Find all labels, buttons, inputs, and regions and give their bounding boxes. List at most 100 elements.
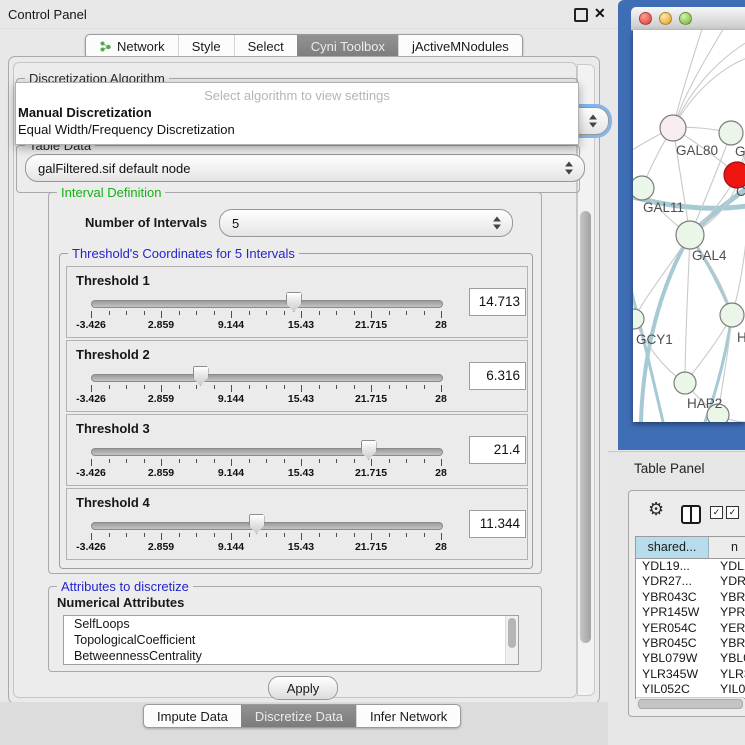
network-node-green[interactable] bbox=[633, 309, 644, 329]
list-item[interactable]: TopologicalCoefficient bbox=[64, 632, 518, 648]
table-cell: YIL0 bbox=[715, 682, 745, 697]
checkbox-icon[interactable]: ✓ bbox=[726, 506, 739, 519]
slider-tick bbox=[144, 311, 145, 315]
thresholds-legend: Threshold's Coordinates for 5 Intervals bbox=[68, 246, 299, 261]
table-row[interactable]: YLR345WYLR3 bbox=[636, 667, 745, 682]
slider-tick bbox=[371, 311, 372, 318]
slider-tick bbox=[126, 533, 127, 537]
minimize-traffic-light-icon[interactable] bbox=[659, 12, 672, 25]
table-cell: YBR0 bbox=[715, 636, 745, 651]
table-cell: YBR045C bbox=[636, 636, 715, 651]
slider-track[interactable] bbox=[91, 522, 443, 530]
popup-hint: Select algorithm to view settings bbox=[16, 83, 578, 103]
checkbox-icon[interactable]: ✓ bbox=[710, 506, 723, 519]
table-data-combo[interactable]: galFiltered.sif default node bbox=[25, 154, 585, 182]
slider-track[interactable] bbox=[91, 374, 443, 382]
network-node-green[interactable] bbox=[676, 221, 704, 249]
threshold-value-field[interactable]: 21.4 bbox=[469, 436, 526, 464]
tab-discretize-data[interactable]: Discretize Data bbox=[241, 705, 356, 727]
table-row[interactable]: YDR27...YDR2 bbox=[636, 574, 745, 589]
column-header-name[interactable]: n bbox=[709, 537, 745, 558]
table-row[interactable]: YBR045CYBR0 bbox=[636, 636, 745, 651]
hscrollbar-thumb[interactable] bbox=[638, 699, 743, 709]
network-window-titlebar[interactable] bbox=[631, 7, 745, 31]
slider-tick bbox=[161, 311, 162, 318]
slider-handle[interactable] bbox=[361, 440, 377, 460]
tick-label: 15.43 bbox=[288, 319, 314, 331]
tick-label: 21.715 bbox=[355, 393, 387, 405]
thresholds-group: Threshold's Coordinates for 5 Intervals … bbox=[59, 253, 533, 569]
network-canvas[interactable]: GAL80GACGAL11GAL4GCY1HHAP2 bbox=[633, 30, 745, 422]
tick-label: 21.715 bbox=[355, 319, 387, 331]
slider-tick bbox=[354, 533, 355, 537]
tab-infer-network[interactable]: Infer Network bbox=[356, 705, 460, 727]
slider-tick bbox=[266, 459, 267, 463]
tab-select[interactable]: Select bbox=[234, 35, 297, 58]
apply-button[interactable]: Apply bbox=[268, 676, 338, 700]
slider-tick bbox=[284, 385, 285, 389]
split-view-icon[interactable] bbox=[681, 505, 701, 524]
tab-label: jActiveMNodules bbox=[412, 39, 509, 54]
slider-track[interactable] bbox=[91, 300, 443, 308]
network-node-green[interactable] bbox=[719, 121, 743, 145]
slider-tick bbox=[371, 459, 372, 466]
tab-style[interactable]: Style bbox=[178, 35, 234, 58]
scrollbar-thumb[interactable] bbox=[580, 211, 591, 643]
table-cell: YBR0 bbox=[715, 590, 745, 605]
table-row[interactable]: YER054CYER0 bbox=[636, 621, 745, 636]
table-row[interactable]: YDL19...YDL1 bbox=[636, 559, 745, 574]
list-item[interactable]: BetweennessCentrality bbox=[64, 648, 518, 664]
column-header-shared-name[interactable]: shared... bbox=[636, 537, 709, 558]
node-label: HAP2 bbox=[687, 396, 722, 411]
slider-tick bbox=[109, 385, 110, 389]
number-of-intervals-combo[interactable]: 5 bbox=[219, 209, 513, 237]
slider-handle[interactable] bbox=[249, 514, 265, 534]
numerical-attributes-list[interactable]: SelfLoopsTopologicalCoefficientBetweenne… bbox=[63, 615, 519, 665]
menu-item[interactable]: Equal Width/Frequency Discretization bbox=[18, 122, 235, 138]
slider-tick bbox=[406, 533, 407, 537]
tick-label: 2.859 bbox=[148, 467, 174, 479]
list-scrollbar[interactable] bbox=[505, 616, 518, 664]
threshold-value-field[interactable]: 11.344 bbox=[469, 510, 526, 538]
network-edge bbox=[673, 30, 703, 128]
table-cell: YER054C bbox=[636, 621, 715, 636]
table-row[interactable]: YIL052CYIL0 bbox=[636, 682, 745, 697]
tick-label: -3.426 bbox=[76, 393, 106, 405]
gear-icon[interactable]: ⚙ bbox=[648, 500, 664, 518]
list-scrollbar-thumb[interactable] bbox=[508, 618, 516, 648]
network-node-green[interactable] bbox=[674, 372, 696, 394]
table-row[interactable]: YBL079WYBL0 bbox=[636, 651, 745, 666]
tab-label: Discretize Data bbox=[255, 709, 343, 724]
tick-label: 28 bbox=[435, 319, 447, 331]
slider-handle[interactable] bbox=[286, 292, 302, 312]
tab-jactivemnodules[interactable]: jActiveMNodules bbox=[398, 35, 522, 58]
slider-handle[interactable] bbox=[193, 366, 209, 386]
slider-tick bbox=[249, 385, 250, 389]
zoom-traffic-light-icon[interactable] bbox=[679, 12, 692, 25]
slider-tick bbox=[424, 533, 425, 537]
float-window-icon[interactable] bbox=[574, 8, 588, 22]
network-node-green[interactable] bbox=[633, 176, 654, 200]
list-item[interactable]: SelfLoops bbox=[64, 616, 518, 632]
tab-network[interactable]: Network bbox=[86, 35, 178, 58]
table-row[interactable]: YPR145WYPR1 bbox=[636, 605, 745, 620]
tick-label: 9.144 bbox=[218, 541, 244, 553]
slider-tick bbox=[441, 459, 442, 466]
menu-item[interactable]: Manual Discretization bbox=[18, 105, 152, 121]
threshold-value-field[interactable]: 14.713 bbox=[469, 288, 526, 316]
tick-label: 2.859 bbox=[148, 541, 174, 553]
slider-track[interactable] bbox=[91, 448, 443, 456]
tab-cyni-toolbox[interactable]: Cyni Toolbox bbox=[297, 35, 398, 58]
tab-impute-data[interactable]: Impute Data bbox=[144, 705, 241, 727]
close-traffic-light-icon[interactable] bbox=[639, 12, 652, 25]
close-icon[interactable]: ✕ bbox=[594, 5, 606, 22]
table-row[interactable]: YBR043CYBR0 bbox=[636, 590, 745, 605]
tick-label: 9.144 bbox=[218, 467, 244, 479]
slider-tick bbox=[336, 459, 337, 463]
network-node-pink[interactable] bbox=[660, 115, 686, 141]
slider-tick bbox=[354, 311, 355, 315]
table-horizontal-scrollbar[interactable] bbox=[636, 697, 744, 709]
threshold-value-field[interactable]: 6.316 bbox=[469, 362, 526, 390]
network-node-green[interactable] bbox=[720, 303, 744, 327]
network-icon bbox=[99, 40, 112, 53]
